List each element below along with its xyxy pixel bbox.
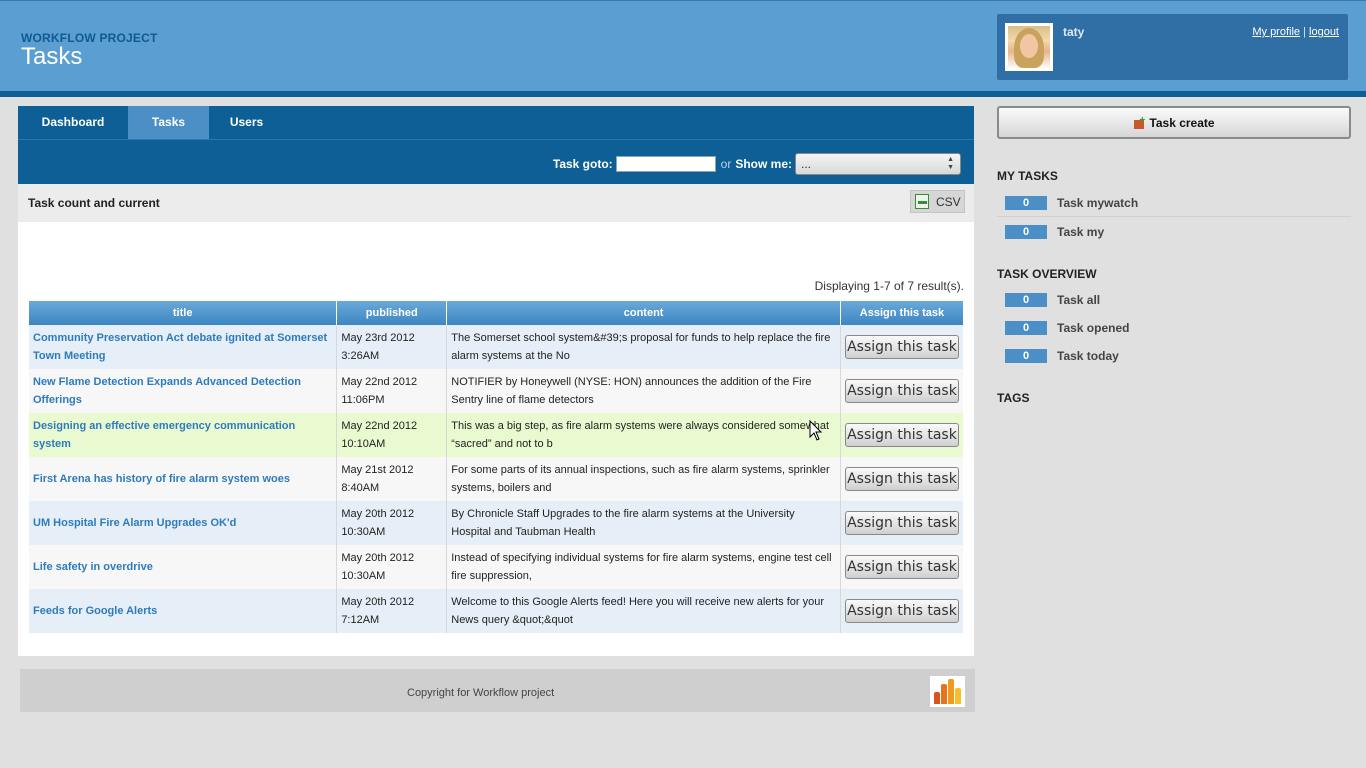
link-separator: | — [1303, 26, 1306, 38]
logout-link[interactable]: logout — [1309, 26, 1339, 38]
count-badge: 0 — [1005, 321, 1047, 335]
task-title-link[interactable]: First Arena has history of fire alarm sy… — [33, 473, 290, 485]
task-published: May 21st 2012 8:40AM — [336, 457, 448, 501]
user-links: My profile | logout — [1252, 26, 1339, 38]
csv-icon — [915, 194, 929, 209]
avatar[interactable] — [1005, 23, 1053, 71]
task-title-link[interactable]: Feeds for Google Alerts — [33, 605, 157, 617]
task-content: NOTIFIER by Honeywell (NYSE: HON) announ… — [446, 369, 841, 413]
task-create-icon: + — [1133, 115, 1147, 130]
table-header-row: title published content Assign this task — [29, 301, 963, 325]
mouse-pointer-icon — [809, 420, 823, 441]
task-content: Welcome to this Google Alerts feed! Here… — [446, 589, 841, 633]
sidebar-item-label[interactable]: Task my — [1057, 225, 1104, 239]
tasks-table: title published content Assign this task… — [29, 301, 963, 633]
task-count-bar: Task count and current CSV — [18, 184, 974, 222]
select-arrows-icon: ▲ ▼ — [947, 156, 954, 171]
task-content: Instead of specifying individual systems… — [446, 545, 841, 589]
csv-label: CSV — [936, 194, 961, 209]
task-title-link[interactable]: UM Hospital Fire Alarm Upgrades OK'd — [33, 517, 236, 529]
task-title-link[interactable]: Life safety in overdrive — [33, 561, 153, 573]
assign-task-button[interactable]: Assign this task — [844, 335, 959, 359]
task-published: May 20th 2012 10:30AM — [336, 501, 448, 545]
count-badge: 0 — [1005, 293, 1047, 307]
tab-users[interactable]: Users — [209, 106, 284, 139]
my-tasks-heading: MY TASKS — [997, 169, 1058, 183]
table-row: Feeds for Google Alerts May 20th 2012 7:… — [29, 589, 963, 633]
bar-chart-logo-icon[interactable] — [930, 676, 965, 707]
sidebar-item-label[interactable]: Task all — [1057, 293, 1100, 307]
username: taty — [1063, 25, 1085, 39]
task-goto-input[interactable] — [615, 156, 716, 172]
assign-task-button[interactable]: Assign this task — [844, 555, 959, 579]
task-content: The Somerset school system&#39;s proposa… — [446, 325, 841, 369]
task-title-link[interactable]: Community Preservation Act debate ignite… — [33, 332, 327, 362]
task-title-link[interactable]: Designing an effective emergency communi… — [33, 420, 295, 450]
assign-task-button[interactable]: Assign this task — [844, 599, 959, 623]
column-header-published[interactable]: published — [336, 301, 448, 325]
main-panel: Dashboard Tasks Users Task goto: or Show… — [18, 106, 974, 656]
table-row: Life safety in overdrive May 20th 2012 1… — [29, 545, 963, 589]
table-row: New Flame Detection Expands Advanced Det… — [29, 369, 963, 413]
sidebar-item-task-my[interactable]: 0 Task my — [997, 218, 1351, 246]
table-row: UM Hospital Fire Alarm Upgrades OK'd May… — [29, 501, 963, 545]
assign-task-button[interactable]: Assign this task — [844, 379, 959, 403]
column-header-content[interactable]: content — [446, 301, 841, 325]
show-me-selected: ... — [801, 157, 812, 171]
sidebar-item-label[interactable]: Task opened — [1057, 321, 1129, 335]
column-header-title[interactable]: title — [29, 301, 338, 325]
task-goto-group: Task goto: or Show me: ... ▲ ▼ — [553, 153, 961, 175]
result-summary: Displaying 1-7 of 7 result(s). — [814, 279, 964, 293]
tab-dashboard[interactable]: Dashboard — [18, 106, 128, 139]
task-published: May 20th 2012 10:30AM — [336, 545, 448, 589]
sidebar-item-task-mywatch[interactable]: 0 Task mywatch — [997, 189, 1351, 217]
tab-tasks[interactable]: Tasks — [128, 106, 209, 139]
my-profile-link[interactable]: My profile — [1252, 26, 1300, 38]
tags-heading: TAGS — [997, 391, 1030, 405]
sidebar-item-task-today[interactable]: 0 Task today — [997, 342, 1351, 370]
task-goto-label: Task goto: — [552, 157, 613, 171]
count-badge: 0 — [1005, 195, 1047, 210]
show-me-select[interactable]: ... ▲ ▼ — [795, 153, 961, 175]
avatar-image — [1008, 26, 1050, 68]
csv-export-button[interactable]: CSV — [910, 190, 965, 213]
task-content: This was a big step, as fire alarm syste… — [446, 413, 841, 457]
task-content: For some parts of its annual inspections… — [446, 457, 841, 501]
count-badge: 0 — [1005, 225, 1047, 239]
task-published: May 22nd 2012 11:06PM — [336, 369, 448, 413]
header-divider — [0, 91, 1366, 97]
copyright-text: Copyright for Workflow project — [407, 687, 555, 699]
assign-task-button[interactable]: Assign this task — [844, 511, 959, 535]
sidebar-item-label[interactable]: Task today — [1057, 349, 1119, 363]
sidebar-item-label[interactable]: Task mywatch — [1057, 196, 1138, 210]
page-title: Tasks — [21, 43, 83, 70]
task-published: May 23rd 2012 3:26AM — [336, 325, 448, 369]
assign-task-button[interactable]: Assign this task — [844, 467, 959, 491]
sidebar-item-task-opened[interactable]: 0 Task opened — [997, 314, 1351, 342]
task-create-label: Task create — [1149, 115, 1215, 130]
task-overview-heading: TASK OVERVIEW — [997, 267, 1097, 281]
task-published: May 20th 2012 7:12AM — [336, 589, 448, 633]
show-me-label: Show me: — [735, 157, 792, 171]
column-header-assign: Assign this task — [840, 301, 963, 325]
user-panel: taty My profile | logout — [997, 14, 1348, 80]
task-published: May 22nd 2012 10:10AM — [336, 413, 448, 457]
task-title-link[interactable]: New Flame Detection Expands Advanced Det… — [33, 376, 301, 406]
or-label: or — [720, 157, 732, 171]
tab-bar: Dashboard Tasks Users — [18, 106, 974, 139]
sidebar-item-task-all[interactable]: 0 Task all — [997, 286, 1351, 314]
assign-task-button[interactable]: Assign this task — [844, 423, 959, 447]
task-create-button[interactable]: + Task create — [997, 106, 1351, 139]
task-toolbar: Task goto: or Show me: ... ▲ ▼ — [18, 139, 974, 184]
app-header: WORKFLOW PROJECT Tasks taty My profile |… — [0, 0, 1366, 91]
footer: Copyright for Workflow project — [20, 669, 975, 712]
task-content: By Chronicle Staff Upgrades to the fire … — [446, 501, 841, 545]
table-row: Community Preservation Act debate ignite… — [29, 325, 963, 369]
count-badge: 0 — [1005, 349, 1047, 363]
task-count-title: Task count and current — [28, 196, 160, 210]
table-row: First Arena has history of fire alarm sy… — [29, 457, 963, 501]
